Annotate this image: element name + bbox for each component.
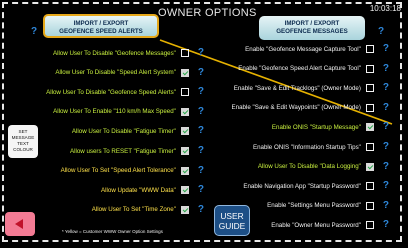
help-icon[interactable]: ? [383,44,389,54]
back-button[interactable] [5,212,35,236]
option-label: Allow User To Disable "Fatigue Timer" [71,127,176,135]
left-option-row[interactable]: Allow User To Disable "Geofence Messages… [53,46,204,60]
option-label: Enable "Save & Edit Waypoints" (Owner Mo… [231,104,361,112]
help-icon[interactable]: ? [198,126,204,136]
right-option-row[interactable]: Enable "Settings Menu Password"? [267,199,389,213]
checkbox-checked[interactable] [365,162,374,171]
button-label-line1: IMPORT / EXPORT [73,20,129,27]
button-label-line2: GUIDE [218,221,246,231]
right-option-row[interactable]: Enable "Owner Menu Password"? [271,218,389,232]
button-label-line2: GEOFENCE MESSAGES [276,28,348,35]
help-icon[interactable]: ? [31,26,37,37]
import-export-speed-alerts-button[interactable]: IMPORT / EXPORT GEOFENCE SPEED ALERTS [43,14,159,38]
help-icon[interactable]: ? [198,204,204,215]
checkbox-unchecked[interactable] [365,221,374,230]
button-label-line1: USER [220,211,244,221]
right-option-row[interactable]: Enable "Save & Edit Tracklogs" (Owner Mo… [234,81,389,95]
option-label: Enable ONIS "Startup Message" [271,123,361,131]
right-option-row[interactable]: Enable "Save & Edit Waypoints" (Owner Mo… [232,101,389,115]
option-label: Enable "Save & Edit Tracklogs" (Owner Mo… [233,84,361,92]
option-label: Allow User To Disable "Geofence Speed Al… [46,88,176,96]
option-label: Enable "Settings Menu Password" [267,202,361,210]
option-label: Enable "Geofence Speed Alert Capture Too… [238,65,361,73]
left-option-row[interactable]: Allow users To RESET "Fatigue Timer"? [70,144,204,158]
option-label: Allow User To Disable "Data Logging" [257,163,361,171]
option-label: Allow User To Disable "Speed Alert Syste… [55,69,176,77]
page-title: OWNER OPTIONS [158,7,257,19]
checkbox-checked[interactable] [180,205,189,214]
owner-options-screen: 10:03:18 OWNER OPTIONS IMPORT / EXPORT G… [0,0,408,248]
help-icon[interactable]: ? [198,146,204,156]
help-icon[interactable]: ? [383,122,389,132]
left-triangle-icon [15,219,23,229]
help-icon[interactable]: ? [383,83,389,93]
option-label: Allow User To Disable "Geofence Messages… [52,49,176,57]
button-label-line1: IMPORT / EXPORT [284,20,340,27]
checkbox-unchecked[interactable] [180,49,189,57]
right-option-row[interactable]: Enable ONIS "Information Startup Tips"? [253,140,389,154]
button-label-line2: GEOFENCE SPEED ALERTS [59,28,143,35]
option-label: Enable "Geofence Message Capture Tool" [245,45,361,53]
checkbox-checked[interactable] [180,107,189,116]
left-option-row[interactable]: Allow User To Disable "Speed Alert Syste… [55,66,204,80]
checkbox-unchecked[interactable] [365,45,374,53]
option-label: Enable Navigation App "Startup Password" [243,182,361,190]
option-label: Enable ONIS "Information Startup Tips" [252,143,361,151]
right-option-row[interactable]: Enable Navigation App "Startup Password"… [243,179,389,193]
option-label: Allow Update "WWW Data" [101,186,176,194]
help-icon[interactable]: ? [383,220,389,230]
right-option-row[interactable]: Enable "Geofence Speed Alert Capture Too… [238,62,389,76]
checkbox-unchecked[interactable] [365,182,374,191]
checkbox-checked[interactable] [365,123,374,132]
help-icon[interactable]: ? [198,48,204,58]
right-option-row[interactable]: Enable ONIS "Startup Message"? [272,120,389,134]
option-label: Allow User To Set "Speed Alert Tolerance… [60,167,176,175]
clock: 10:03:18 [369,4,401,13]
option-label: Allow users To RESET "Fatigue Timer" [69,147,176,155]
checkbox-unchecked[interactable] [365,201,374,210]
checkbox-checked[interactable] [180,147,189,155]
left-option-row[interactable]: Allow Update "WWW Data"? [101,183,204,197]
help-icon[interactable]: ? [198,67,204,78]
right-option-row[interactable]: Enable "Geofence Message Capture Tool"? [245,42,389,56]
left-option-row[interactable]: Allow User To Set "Time Zone"? [92,203,204,217]
checkbox-unchecked[interactable] [180,88,189,97]
left-option-row[interactable]: Allow User To Disable "Fatigue Timer"? [72,124,204,138]
right-option-row[interactable]: Allow User To Disable "Data Logging"? [258,160,389,174]
option-label: Allow User To Enable "110 km/h Max Speed… [53,108,176,116]
checkbox-unchecked[interactable] [365,143,374,151]
button-label: COLOUR [13,147,33,152]
help-icon[interactable]: ? [383,161,389,172]
checkbox-unchecked[interactable] [365,103,374,112]
help-icon[interactable]: ? [383,102,389,113]
help-icon[interactable]: ? [198,87,204,97]
checkbox-unchecked[interactable] [365,64,374,73]
checkbox-checked[interactable] [180,68,189,77]
checkbox-checked[interactable] [180,127,189,136]
set-message-text-colour-button[interactable]: SET MESSAGE TEXT COLOUR [8,125,38,158]
left-option-row[interactable]: Allow User To Disable "Geofence Speed Al… [46,85,204,99]
option-label: Allow User To Set "Time Zone" [91,206,176,214]
checkbox-unchecked[interactable] [365,84,374,93]
footnote: * Yellow = Customer WWW Owner Option Set… [62,229,163,234]
help-icon[interactable]: ? [383,142,389,152]
help-icon[interactable]: ? [383,200,389,211]
import-export-messages-button[interactable]: IMPORT / EXPORT GEOFENCE MESSAGES [259,16,365,40]
checkbox-checked[interactable] [180,166,189,175]
checkbox-checked[interactable] [180,186,189,195]
left-option-row[interactable]: Allow User To Set "Speed Alert Tolerance… [61,164,204,178]
left-option-row[interactable]: Allow User To Enable "110 km/h Max Speed… [53,105,204,119]
help-icon[interactable]: ? [198,185,204,195]
option-label: Enable "Owner Menu Password" [271,221,361,229]
help-icon[interactable]: ? [198,106,204,117]
help-icon[interactable]: ? [378,26,384,37]
help-icon[interactable]: ? [383,181,389,191]
help-icon[interactable]: ? [383,63,389,74]
help-icon[interactable]: ? [198,165,204,176]
user-guide-button[interactable]: USER GUIDE [214,205,250,236]
